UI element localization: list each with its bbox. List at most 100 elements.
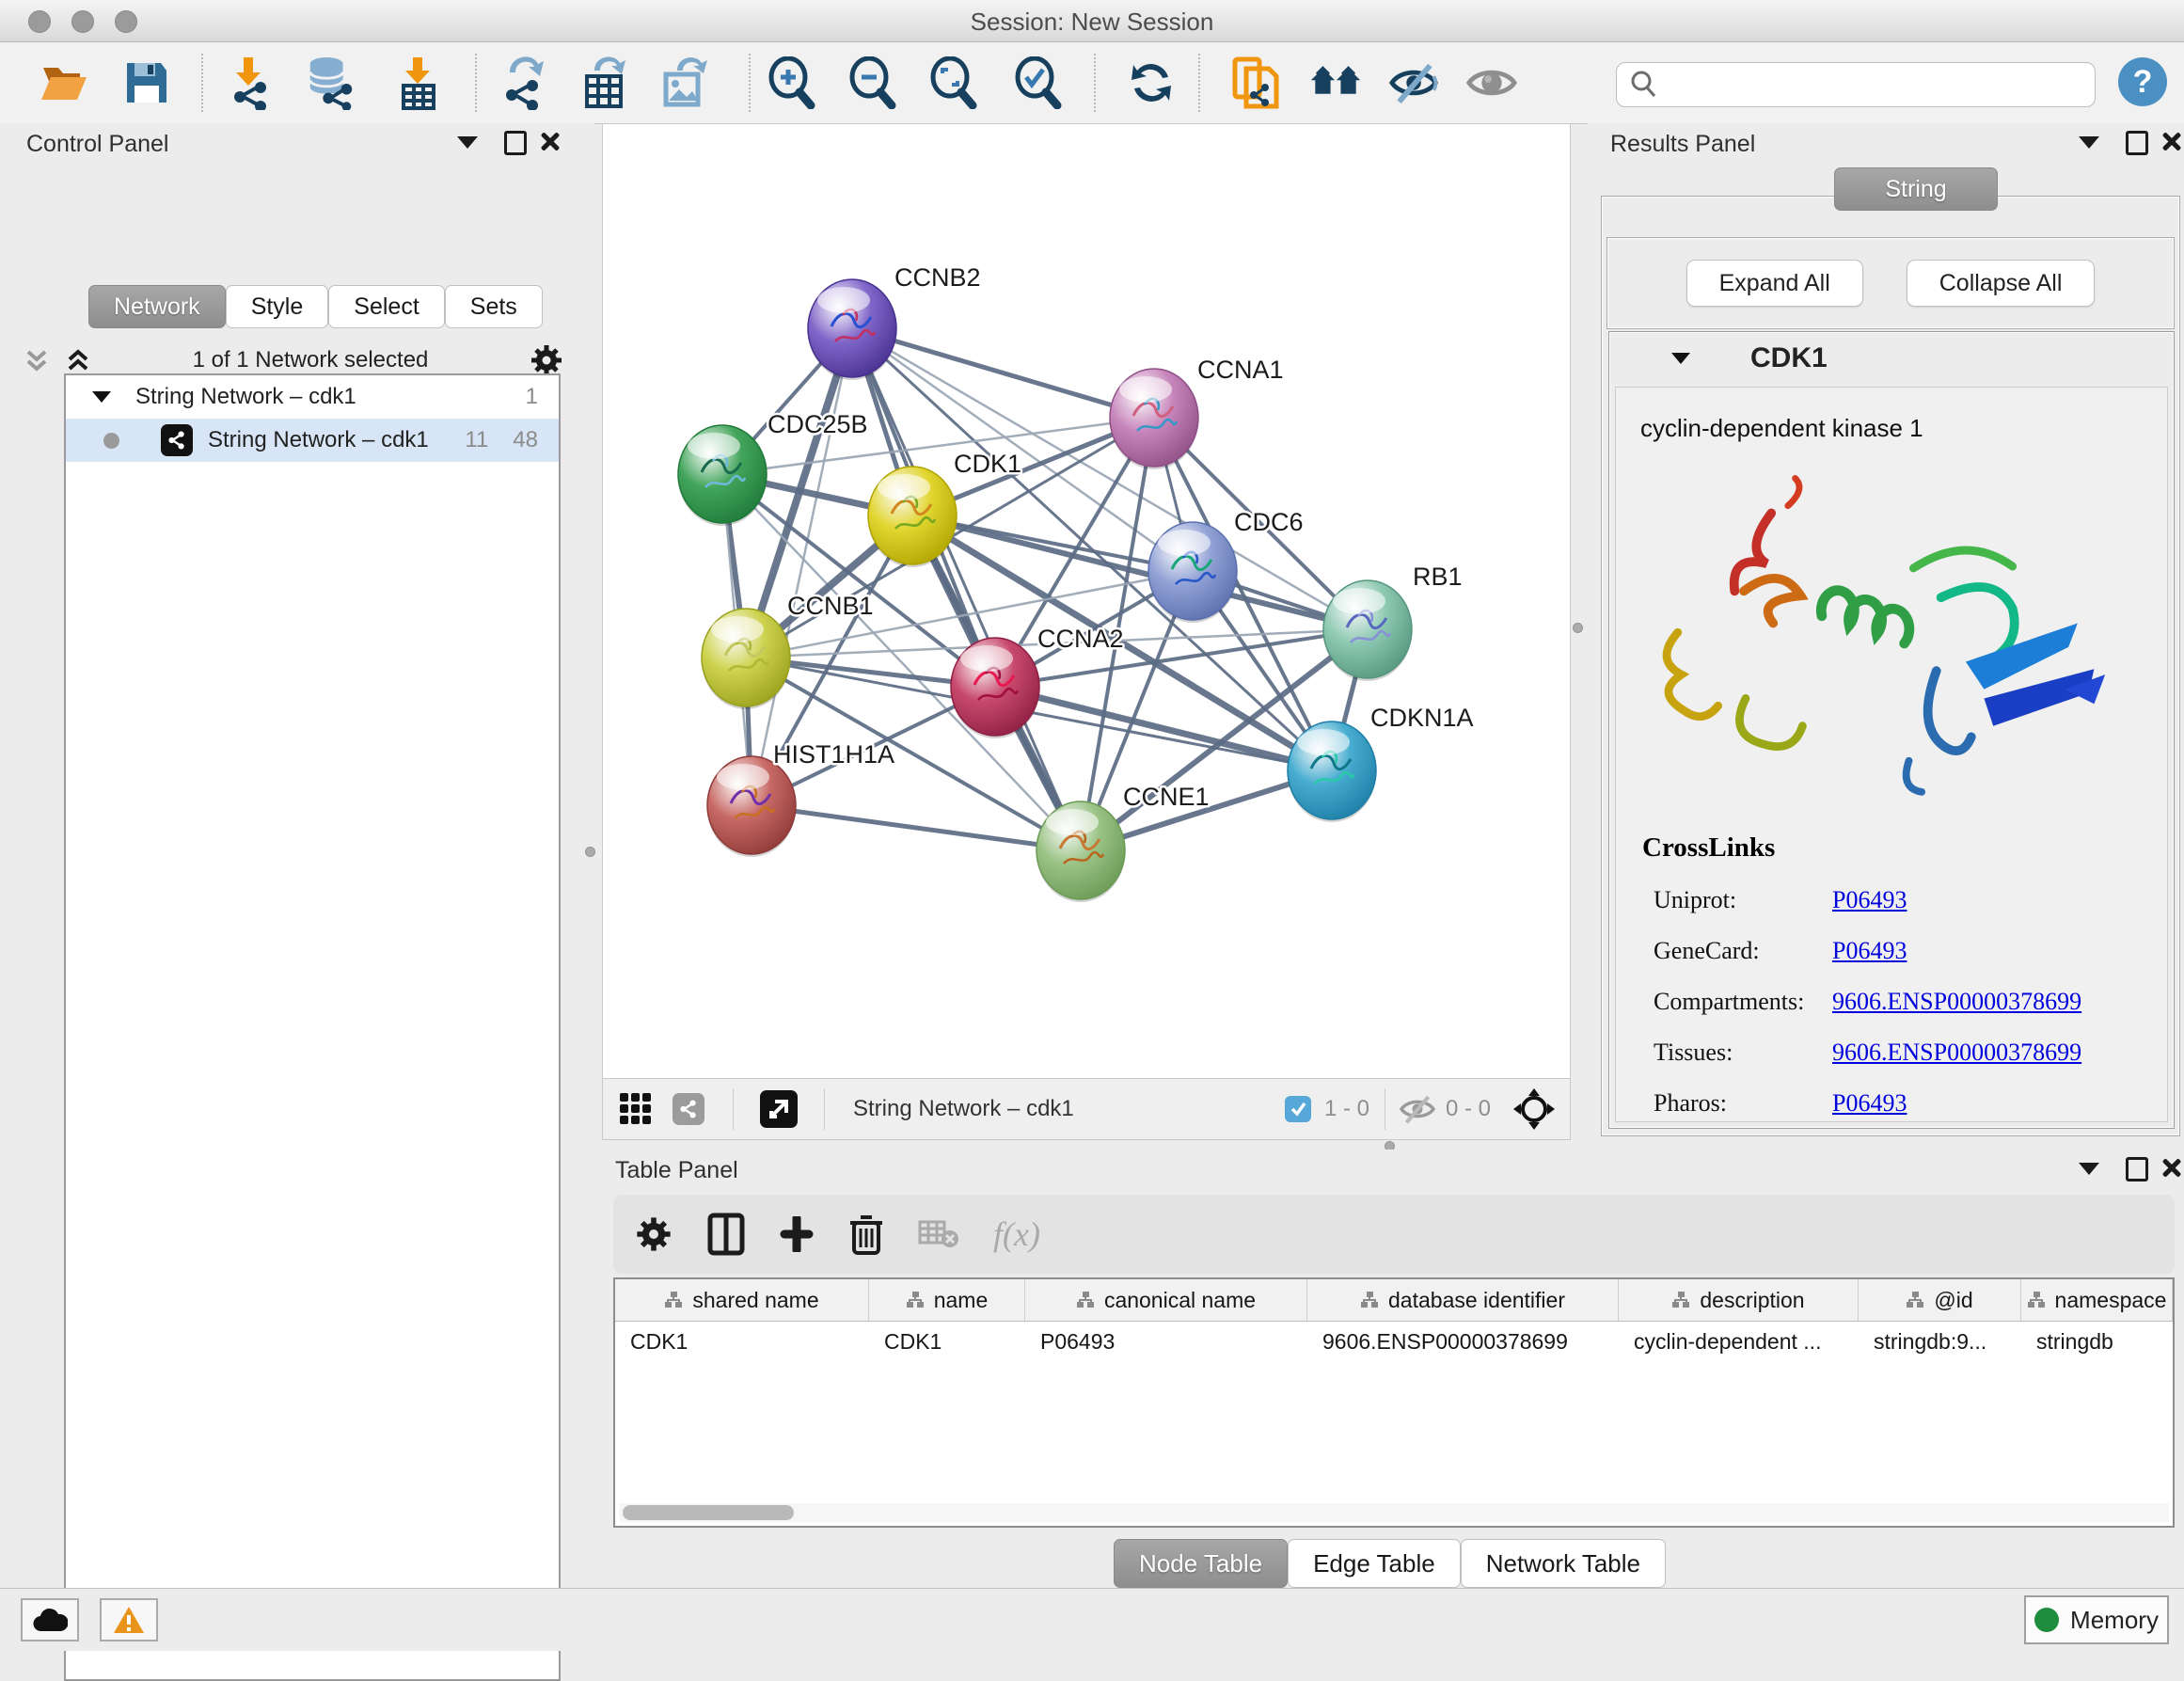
export-table-icon[interactable]: [578, 56, 630, 109]
selected-count-checkbox-icon[interactable]: [1285, 1096, 1311, 1122]
control-panel-float-icon[interactable]: [504, 131, 527, 155]
search-box[interactable]: [1616, 62, 2096, 107]
left-splitter-grip[interactable]: [585, 847, 595, 857]
window-title: Session: New Session: [0, 8, 2184, 37]
control-panel-collapse-icon[interactable]: [457, 136, 478, 149]
import-network-icon[interactable]: [222, 56, 275, 109]
results-entry-header[interactable]: CDK1: [1609, 332, 2174, 385]
delete-column-trash-icon[interactable]: [848, 1213, 884, 1255]
hide-selected-eye-slash-icon[interactable]: [1388, 56, 1441, 109]
crosslink-value-link[interactable]: 9606.ENSP00000378699: [1832, 1039, 2081, 1067]
export-image-icon[interactable]: [658, 56, 711, 109]
entry-caret-icon[interactable]: [1671, 353, 1690, 364]
node-label-CDKN1A: CDKN1A: [1370, 704, 1474, 732]
collapse-all-chevron-icon[interactable]: [23, 346, 51, 374]
table-row[interactable]: CDK1CDK1P064939606.ENSP00000378699cyclin…: [615, 1322, 2173, 1361]
column-header-namespace[interactable]: namespace: [2021, 1279, 2173, 1321]
table-cell[interactable]: P06493: [1025, 1329, 1307, 1355]
zoom-selected-icon[interactable]: [1012, 56, 1065, 109]
table-cell[interactable]: stringdb:9...: [1859, 1329, 2021, 1355]
tab-edge-table[interactable]: Edge Table: [1288, 1539, 1461, 1588]
tab-string[interactable]: String: [1834, 167, 1998, 211]
expand-all-chevron-icon[interactable]: [64, 346, 92, 374]
first-neighbors-icon[interactable]: [1309, 56, 1362, 109]
table-cell[interactable]: cyclin-dependent ...: [1619, 1329, 1859, 1355]
crosslink-row: GeneCard: P06493: [1654, 937, 2167, 965]
save-session-icon[interactable]: [120, 56, 173, 109]
detach-view-icon[interactable]: [760, 1090, 798, 1128]
table-gear-icon[interactable]: [634, 1214, 673, 1254]
cloud-status-button[interactable]: [21, 1598, 79, 1641]
column-header-description[interactable]: description: [1619, 1279, 1859, 1321]
table-panel-collapse-icon[interactable]: [2079, 1163, 2099, 1175]
zoom-fit-icon[interactable]: [927, 56, 980, 109]
toolbar-separator: [475, 54, 477, 112]
network-row[interactable]: String Network – cdk1 11 48: [66, 419, 559, 462]
birds-eye-crosshair-icon[interactable]: [1511, 1086, 1557, 1132]
collection-caret-icon[interactable]: [92, 391, 111, 403]
tab-style-label: Style: [251, 293, 304, 321]
results-panel-collapse-icon[interactable]: [2079, 136, 2099, 149]
tab-network-table[interactable]: Network Table: [1461, 1539, 1666, 1588]
copy-style-icon[interactable]: [1230, 56, 1283, 109]
control-panel-close-icon[interactable]: [540, 131, 561, 151]
import-table-icon[interactable]: [391, 56, 444, 109]
scrollbar-thumb[interactable]: [623, 1505, 794, 1520]
crosslink-value-link[interactable]: 9606.ENSP00000378699: [1832, 988, 2081, 1016]
refresh-layout-icon[interactable]: [1125, 56, 1178, 109]
zoom-out-icon[interactable]: [847, 56, 899, 109]
network-view-share-icon[interactable]: [673, 1093, 704, 1125]
network-node-HIST1H1A[interactable]: HIST1H1A: [707, 740, 894, 857]
network-node-CCNB2[interactable]: CCNB2: [808, 263, 981, 380]
add-column-icon[interactable]: [779, 1216, 815, 1252]
tab-node-table[interactable]: Node Table: [1114, 1539, 1288, 1588]
export-network-icon[interactable]: [497, 56, 549, 109]
network-node-CDKN1A[interactable]: CDKN1A: [1288, 704, 1474, 822]
column-header-name[interactable]: name: [869, 1279, 1025, 1321]
open-session-icon[interactable]: [38, 56, 90, 109]
network-canvas[interactable]: CCNB2CCNA1CDC25BCDK1CDC6RB1CCNB1CCNA2CDK…: [602, 123, 1571, 1079]
collapse-all-button[interactable]: Collapse All: [1907, 260, 2096, 307]
memory-button[interactable]: Memory: [2024, 1595, 2169, 1644]
column-header-database-identifier[interactable]: database identifier: [1307, 1279, 1619, 1321]
show-hidden-eye-icon[interactable]: [1465, 56, 1518, 109]
network-collection-row[interactable]: String Network – cdk1 1: [66, 375, 559, 419]
node-table[interactable]: shared namenamecanonical namedatabase id…: [613, 1277, 2175, 1528]
zoom-in-icon[interactable]: [766, 56, 818, 109]
table-cell[interactable]: CDK1: [869, 1329, 1025, 1355]
crosslink-label: Compartments:: [1654, 988, 1832, 1016]
import-network-from-database-icon[interactable]: [305, 56, 357, 109]
table-panel-close-icon[interactable]: [2161, 1157, 2182, 1178]
tab-sets[interactable]: Sets: [445, 285, 543, 328]
crosslink-value-link[interactable]: P06493: [1832, 937, 1907, 965]
table-cell[interactable]: CDK1: [615, 1329, 869, 1355]
grid-view-icon[interactable]: [618, 1091, 654, 1127]
help-button[interactable]: ?: [2118, 57, 2167, 106]
network-node-CCNE1[interactable]: CCNE1: [1037, 783, 1210, 902]
crosslink-value-link[interactable]: P06493: [1832, 1089, 1907, 1118]
column-header--id[interactable]: @id: [1859, 1279, 2021, 1321]
show-columns-icon[interactable]: [707, 1213, 745, 1256]
results-panel-float-icon[interactable]: [2126, 131, 2148, 155]
tab-select[interactable]: Select: [328, 285, 444, 328]
network-node-CCNA2[interactable]: CCNA2: [951, 625, 1124, 738]
network-node-CCNB1[interactable]: CCNB1: [702, 592, 874, 709]
network-node-CCNA1[interactable]: CCNA1: [1110, 356, 1284, 469]
tab-style[interactable]: Style: [226, 285, 329, 328]
warning-status-button[interactable]: [100, 1598, 158, 1641]
expand-all-button[interactable]: Expand All: [1686, 260, 1863, 307]
network-node-RB1[interactable]: RB1: [1323, 563, 1463, 681]
table-cell[interactable]: 9606.ENSP00000378699: [1307, 1329, 1619, 1355]
right-splitter-grip[interactable]: [1573, 623, 1583, 633]
search-input[interactable]: [1666, 71, 2095, 99]
hidden-eye-slash-icon[interactable]: [1399, 1093, 1436, 1125]
column-header-shared-name[interactable]: shared name: [615, 1279, 869, 1321]
results-panel-close-icon[interactable]: [2161, 131, 2182, 151]
network-view-title: String Network – cdk1: [853, 1096, 1074, 1122]
crosslink-value-link[interactable]: P06493: [1832, 886, 1907, 914]
table-horizontal-scrollbar[interactable]: [619, 1503, 2169, 1522]
column-header-canonical-name[interactable]: canonical name: [1025, 1279, 1307, 1321]
table-panel-float-icon[interactable]: [2126, 1157, 2148, 1181]
tab-network[interactable]: Network: [88, 285, 226, 328]
table-cell[interactable]: stringdb: [2021, 1329, 2173, 1355]
